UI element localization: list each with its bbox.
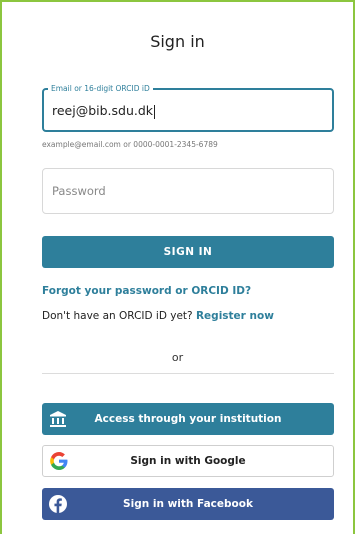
sign-in-panel: Sign in Email or 16-digit ORCID iD reej@… <box>0 0 355 534</box>
facebook-signin-button[interactable]: Sign in with Facebook <box>42 488 334 520</box>
text-caret <box>154 104 156 119</box>
google-icon <box>50 452 68 470</box>
register-prompt-text: Don't have an ORCID iD yet? <box>42 310 193 322</box>
page-title: Sign in <box>150 32 205 51</box>
sign-in-button[interactable]: SIGN IN <box>42 236 334 268</box>
google-button-label: Sign in with Google <box>130 455 246 467</box>
email-input[interactable]: reej@bib.sdu.dk <box>52 103 312 119</box>
institution-button-label: Access through your institution <box>94 413 282 425</box>
facebook-button-label: Sign in with Facebook <box>123 498 253 510</box>
password-field[interactable]: Password <box>42 168 334 214</box>
register-prompt: Don't have an ORCID iD yet? Register now <box>42 310 274 322</box>
or-separator: or <box>171 351 184 364</box>
facebook-icon <box>49 495 67 513</box>
email-field[interactable]: Email or 16-digit ORCID iD reej@bib.sdu.… <box>42 83 334 132</box>
password-placeholder: Password <box>52 184 106 198</box>
bank-icon <box>50 411 66 427</box>
register-link[interactable]: Register now <box>196 310 274 322</box>
divider <box>42 373 334 374</box>
email-value: reej@bib.sdu.dk <box>52 103 154 118</box>
google-signin-button[interactable]: Sign in with Google <box>42 445 334 477</box>
email-hint: example@email.com or 0000-0001-2345-6789 <box>42 140 218 149</box>
forgot-password-link[interactable]: Forgot your password or ORCID ID? <box>42 285 251 297</box>
institution-signin-button[interactable]: Access through your institution <box>42 403 334 435</box>
email-field-label: Email or 16-digit ORCID iD <box>48 83 153 95</box>
